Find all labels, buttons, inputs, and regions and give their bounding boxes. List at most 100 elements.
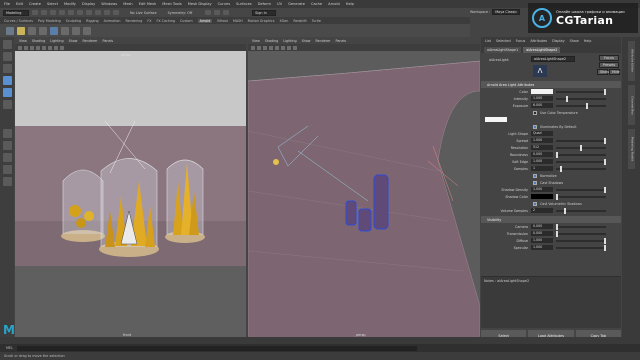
shelf-tab-xgen[interactable]: XGen (279, 19, 288, 23)
mesh-light-icon[interactable] (28, 26, 36, 35)
light-icon[interactable] (275, 45, 279, 50)
menu-modify[interactable]: Modify (64, 2, 76, 6)
shadow-color-swatch[interactable] (531, 194, 553, 199)
menu-display[interactable]: Display (82, 2, 95, 6)
wireframe-icon[interactable] (24, 45, 28, 50)
snap-grid-icon[interactable] (95, 10, 101, 15)
cast-shadows-checkbox[interactable] (533, 180, 537, 185)
ae-menu-show[interactable]: Show (570, 39, 579, 43)
render-view-icon[interactable] (6, 26, 14, 35)
attr-cast-vol-shadows[interactable]: Cast Volumetric Shadows (481, 200, 621, 207)
menu-curves[interactable]: Curves (218, 2, 230, 6)
command-lang[interactable]: MEL (6, 346, 13, 350)
shadow-density-field[interactable]: 1.000 (531, 187, 553, 192)
shelf-tab-animation[interactable]: Animation (104, 19, 121, 23)
menu-windows[interactable]: Windows (101, 2, 117, 6)
light-shape-dropdown[interactable]: Quad (531, 131, 553, 136)
menu-cache[interactable]: Cache (311, 2, 322, 6)
light-icon[interactable] (42, 45, 46, 50)
snap-point-icon[interactable] (113, 10, 119, 15)
ae-menu-display[interactable]: Display (552, 39, 565, 43)
viewport-menu-panels[interactable]: Panels (336, 39, 347, 43)
viewport-menu-lighting[interactable]: Lighting (50, 39, 63, 43)
viewport-left[interactable]: View Shading Lighting Show Renderer Panels (15, 37, 246, 339)
xray-icon[interactable] (60, 45, 64, 50)
time-slider[interactable] (0, 337, 640, 344)
presets-button[interactable]: Presets (599, 62, 619, 68)
isolate-icon[interactable] (287, 45, 291, 50)
snap-curve-icon[interactable] (104, 10, 110, 15)
transmission-field[interactable]: 0.000 (531, 231, 553, 236)
attr-cast-shadows[interactable]: Cast Shadows (481, 179, 621, 186)
texture-icon[interactable] (269, 45, 273, 50)
attr-light-shape[interactable]: Light Shape Quad (481, 130, 621, 137)
spread-slider[interactable] (556, 137, 606, 144)
no-live-surface[interactable]: No Live Surface (130, 11, 157, 15)
shelf-tab-poly-modeling[interactable]: Poly Modeling (38, 19, 61, 23)
intensity-field[interactable]: 1.000 (531, 96, 553, 101)
menu-mesh[interactable]: Mesh (123, 2, 132, 6)
scale-tool-icon[interactable] (2, 100, 12, 109)
diffuse-slider[interactable] (556, 237, 606, 244)
resolution-slider[interactable] (556, 144, 606, 151)
attr-shadow-color[interactable]: Shadow Color (481, 193, 621, 200)
illuminates-default-checkbox[interactable] (533, 124, 537, 129)
standard-volume-icon[interactable] (72, 26, 80, 35)
shelf-tab-rigging[interactable]: Rigging (86, 19, 99, 23)
lasso-tool-icon[interactable] (2, 52, 12, 61)
menu-select[interactable]: Select (47, 2, 58, 6)
menu-arnold[interactable]: Arnold (328, 2, 340, 6)
viewport-menu-shading[interactable]: Shading (265, 39, 278, 43)
attr-exposure[interactable]: Exposure 6.000 (481, 102, 621, 109)
transmission-slider[interactable] (556, 230, 606, 237)
menu-mesh-tools[interactable]: Mesh Tools (162, 2, 181, 6)
menu-edit[interactable]: Edit (16, 2, 23, 6)
redo-icon[interactable] (59, 10, 65, 15)
viewport-menu-view[interactable]: View (19, 39, 27, 43)
move-tool-icon[interactable] (2, 76, 12, 85)
color-slider[interactable] (556, 88, 606, 95)
symmetry-label[interactable]: Symmetry: Off (168, 11, 193, 15)
attr-transmission[interactable]: Transmission 0.000 (481, 230, 621, 237)
shelf-tab-mash[interactable]: MASH (233, 19, 243, 23)
attr-shadow-density[interactable]: Shadow Density 1.000 (481, 186, 621, 193)
layout-four-icon[interactable] (2, 141, 12, 150)
section-arnold-area-light[interactable]: Arnold Area Light Attributes (481, 81, 621, 88)
spread-field[interactable]: 1.000 (531, 138, 553, 143)
shadow-icon[interactable] (281, 45, 285, 50)
notes-panel[interactable]: Notes : aiAreaLightShape2 (481, 276, 621, 328)
roundness-slider[interactable] (556, 151, 606, 158)
viewport-menu-panels[interactable]: Panels (103, 39, 114, 43)
node-name-field[interactable]: aiAreaLightShape2 (531, 56, 575, 62)
ae-menu-help[interactable]: Help (584, 39, 592, 43)
shelf-tab-fx-caching[interactable]: FX Caching (156, 19, 175, 23)
folder-icon[interactable] (32, 10, 38, 15)
layout-graph-icon[interactable] (2, 177, 12, 186)
menu-help[interactable]: Help (346, 2, 354, 6)
menu-surfaces[interactable]: Surfaces (236, 2, 252, 6)
menu-uv[interactable]: UV (277, 2, 282, 6)
attr-illuminates-default[interactable]: Illuminates By Default (481, 123, 621, 130)
viewport-menu-show[interactable]: Show (302, 39, 311, 43)
focus-button[interactable]: Focus (599, 55, 619, 61)
shelf-tab-bifrost[interactable]: Bifrost (217, 19, 228, 23)
photometric-light-icon[interactable] (39, 26, 47, 35)
attr-intensity[interactable]: Intensity 1.000 (481, 95, 621, 102)
select-hierarchy-icon[interactable] (68, 10, 74, 15)
attr-diffuse[interactable]: Diffuse 1.000 (481, 237, 621, 244)
rotate-tool-icon[interactable] (2, 88, 12, 97)
camera-field[interactable]: 0.000 (531, 224, 553, 229)
exposure-field[interactable]: 6.000 (531, 103, 553, 108)
exposure-slider[interactable] (556, 102, 606, 109)
attr-roundness[interactable]: Roundness 0.000 (481, 151, 621, 158)
attr-spread[interactable]: Spread 1.000 (481, 137, 621, 144)
shelf-tab-sculpting[interactable]: Sculpting (66, 19, 81, 23)
shelf-tab-motion-graphics[interactable]: Motion Graphics (248, 19, 275, 23)
ae-menu-list[interactable]: List (485, 39, 491, 43)
soft-edge-field[interactable]: 1.000 (531, 159, 553, 164)
sign-in-dropdown[interactable]: Sign In (252, 9, 277, 16)
area-light-icon[interactable] (17, 26, 25, 35)
texture-icon[interactable] (36, 45, 40, 50)
mode-dropdown[interactable]: Modeling (3, 9, 29, 16)
isolate-icon[interactable] (54, 45, 58, 50)
